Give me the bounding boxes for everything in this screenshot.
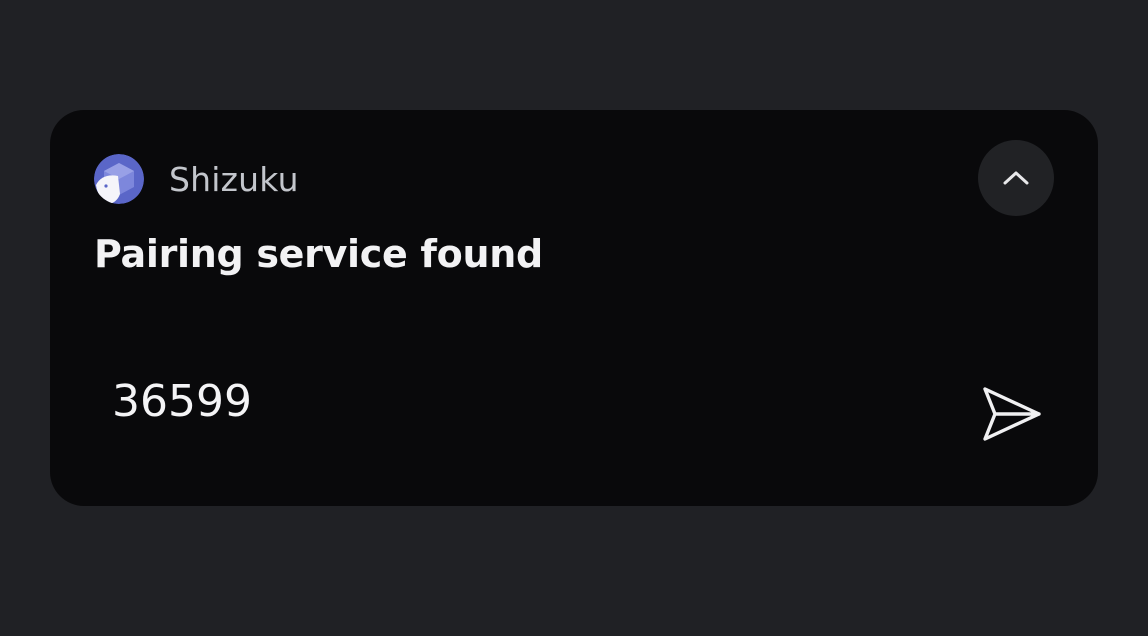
send-icon (983, 387, 1041, 441)
send-button[interactable] (978, 382, 1046, 446)
collapse-button[interactable] (978, 140, 1054, 216)
app-name: Shizuku (169, 160, 299, 199)
notification-title: Pairing service found (94, 232, 543, 276)
shizuku-app-icon (94, 154, 144, 204)
reply-input[interactable] (112, 374, 932, 430)
chevron-up-icon (1003, 171, 1029, 185)
notification-card[interactable]: Shizuku Pairing service found (50, 110, 1098, 506)
